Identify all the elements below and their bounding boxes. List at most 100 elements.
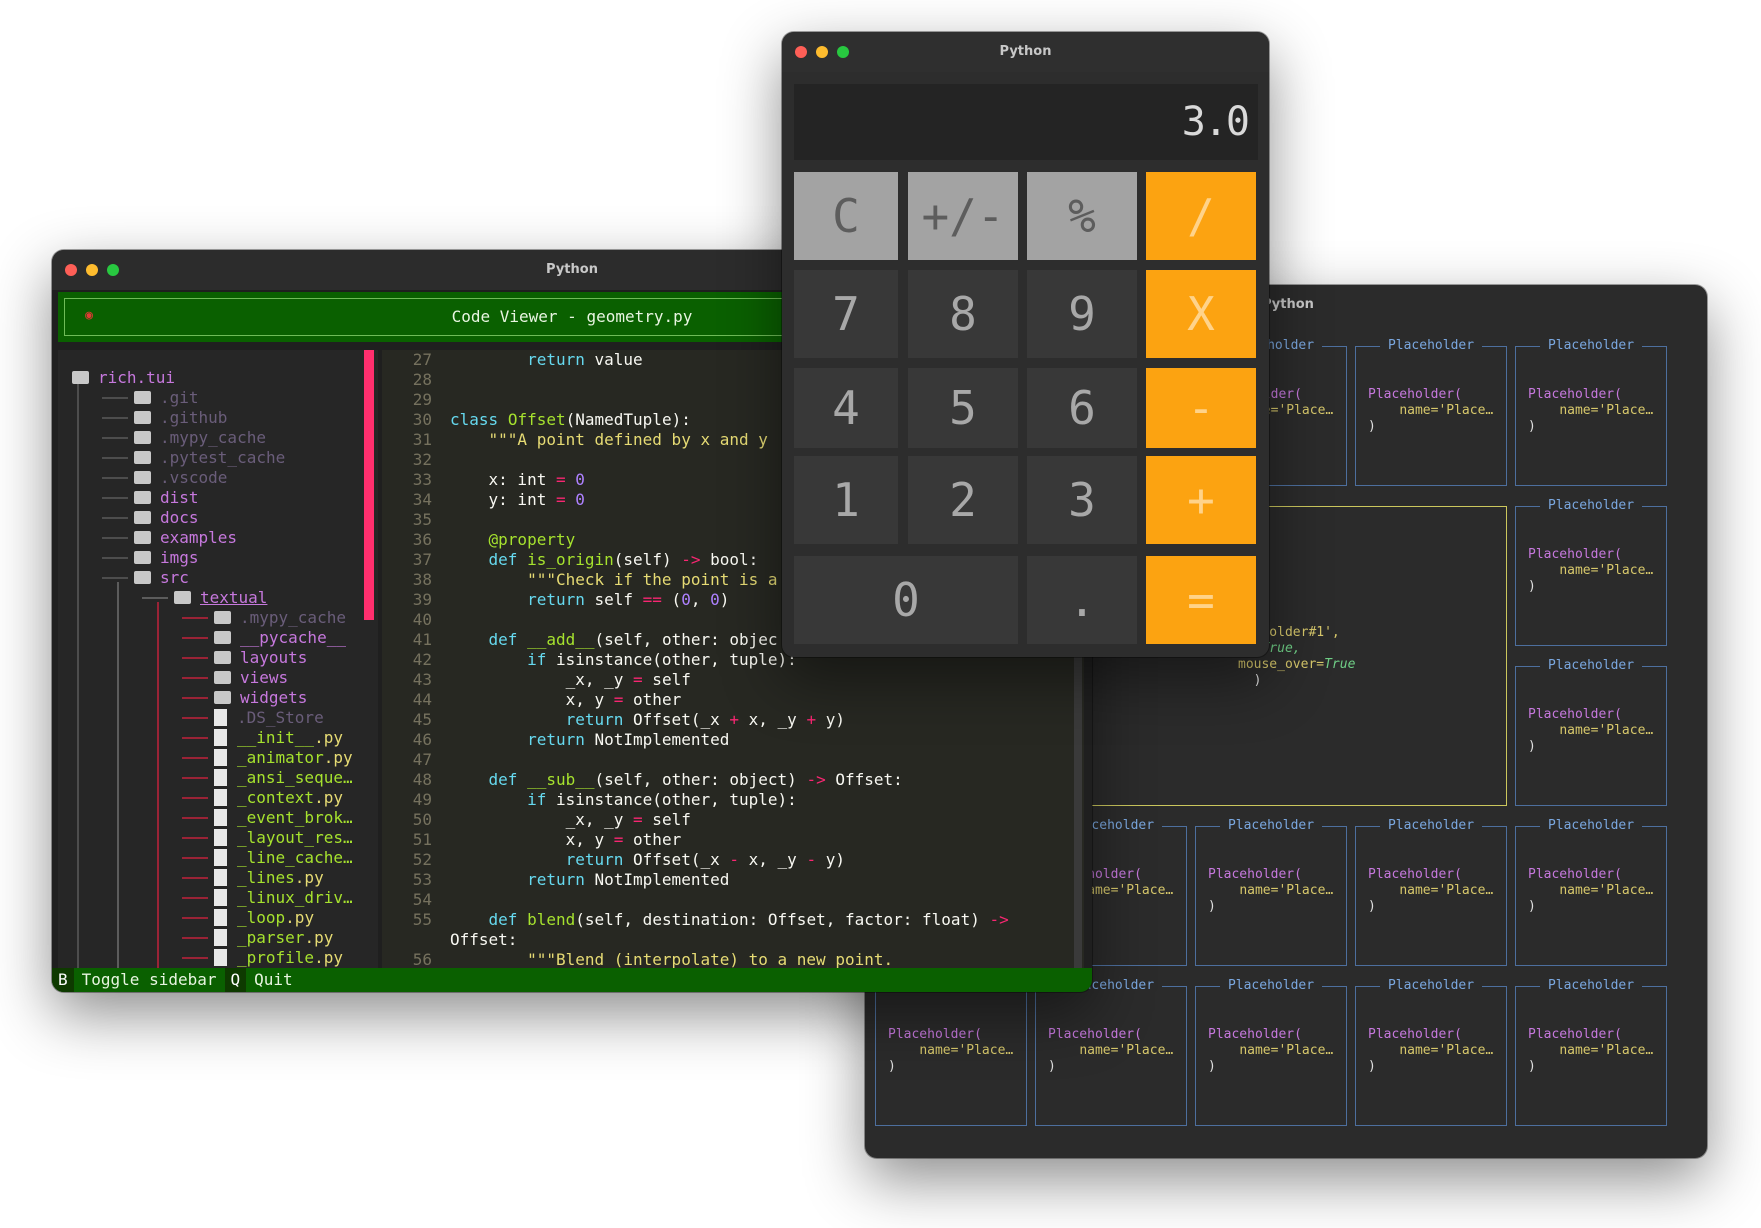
tree-node[interactable]: _line_cache… (214, 848, 353, 868)
placeholder-widget[interactable]: PlaceholderPlaceholder( name='Place… ) (1035, 978, 1187, 1126)
placeholder-widget[interactable]: PlaceholderPlaceholder( name='Place… ) (1195, 978, 1347, 1126)
code-line: 53 return NotImplemented (382, 870, 730, 890)
tree-node[interactable]: .mypy_cache (134, 428, 266, 448)
tree-node[interactable]: __pycache__ (214, 628, 346, 648)
calc-key-multiply[interactable]: X (1146, 270, 1256, 358)
tree-node[interactable]: _profile.py (214, 948, 343, 968)
maximize-icon[interactable] (107, 264, 119, 276)
tree-node-label: _layout_res… (237, 828, 353, 847)
code-line: 52 return Offset(_x - x, _y - y) (382, 850, 845, 870)
tree-node[interactable]: textual (174, 588, 267, 608)
tree-node[interactable]: views (214, 668, 288, 688)
file-icon (214, 809, 227, 826)
calc-key-1[interactable]: 1 (794, 456, 898, 544)
calc-key-4[interactable]: 4 (794, 368, 898, 448)
tree-node[interactable]: _linux_driv… (214, 888, 353, 908)
toggle-sidebar-button[interactable]: Toggle sidebar (73, 968, 225, 992)
placeholder-widget[interactable]: PlaceholderPlaceholder( name='Place… ) (1195, 818, 1347, 966)
placeholder-widget[interactable]: PlaceholderPlaceholder( name='Place… ) (1355, 978, 1507, 1126)
placeholder-label: Placeholder (1379, 338, 1483, 353)
line-number: 41 (412, 630, 432, 649)
code-line: 50 _x, _y = self (382, 810, 691, 830)
placeholder-widget[interactable]: PlaceholderPlaceholder( name='Place… ) (1515, 338, 1667, 486)
footer-bar: B Toggle sidebar Q Quit (52, 968, 1092, 992)
tree-node[interactable]: _animator.py (214, 748, 353, 768)
placeholder-widget[interactable]: PlaceholderPlaceholder( name='Place… ) (875, 978, 1027, 1126)
line-number: 38 (412, 570, 432, 589)
tree-node[interactable]: .vscode (134, 468, 227, 488)
tree-node-label: _line_cache… (237, 848, 353, 867)
tree-node[interactable]: examples (134, 528, 237, 548)
calc-key-7[interactable]: 7 (794, 270, 898, 358)
maximize-icon[interactable] (837, 46, 849, 58)
tree-node[interactable]: _event_brok… (214, 808, 353, 828)
file-tree-sidebar[interactable]: rich.tui .git .github .mypy_cache .pytest_ca… (58, 350, 378, 970)
tree-node[interactable]: dist (134, 488, 199, 508)
tree-node[interactable]: .DS_Store (214, 708, 324, 728)
placeholder-repr: Placeholder( name='Place… ) (1528, 547, 1654, 594)
tree-node[interactable]: widgets (214, 688, 307, 708)
calc-key-divide[interactable]: / (1146, 172, 1256, 260)
tree-node[interactable]: src (134, 568, 189, 588)
line-number: 33 (412, 470, 432, 489)
file-icon (214, 709, 227, 726)
calc-key-3[interactable]: 3 (1027, 456, 1137, 544)
sidebar-scrollbar[interactable] (364, 350, 374, 620)
calc-key-C[interactable]: C (794, 172, 898, 260)
close-icon[interactable] (65, 264, 77, 276)
calc-key-2[interactable]: 2 (908, 456, 1018, 544)
tree-node[interactable]: _layout_res… (214, 828, 353, 848)
tree-node[interactable]: _context.py (214, 788, 343, 808)
file-icon (214, 729, 227, 746)
tree-node[interactable]: .git (134, 388, 199, 408)
placeholder-widget[interactable]: PlaceholderPlaceholder( name='Place… ) (1355, 818, 1507, 966)
tree-node[interactable]: imgs (134, 548, 199, 568)
placeholder-widget[interactable]: Placeholder Placeholder( name='Place… ) (1355, 338, 1507, 486)
calc-key-minus[interactable]: - (1146, 368, 1256, 448)
quit-key[interactable]: Q (224, 968, 247, 992)
tree-node[interactable]: layouts (214, 648, 307, 668)
placeholder-repr: Placeholder( name='Place… ) (1528, 1027, 1654, 1074)
calc-key-equals[interactable]: = (1146, 556, 1256, 644)
code-line: 33 x: int = 0 (382, 470, 585, 490)
calc-key-5[interactable]: 5 (908, 368, 1018, 448)
minimize-icon[interactable] (86, 264, 98, 276)
placeholder-widget[interactable]: PlaceholderPlaceholder( name='Place… ) (1515, 658, 1667, 806)
line-number: 37 (412, 550, 432, 569)
tree-node[interactable]: .github (134, 408, 227, 428)
placeholder-widget[interactable]: PlaceholderPlaceholder( name='Place… ) (1515, 498, 1667, 646)
tree-node[interactable]: _loop.py (214, 908, 314, 928)
line-number: 27 (412, 350, 432, 369)
calc-key-plus[interactable]: + (1146, 456, 1256, 544)
quit-button[interactable]: Quit (246, 968, 301, 992)
calc-key-8[interactable]: 8 (908, 270, 1018, 358)
line-number: 51 (412, 830, 432, 849)
placeholder-repr: Placeholder( name='Place… ) (1368, 387, 1494, 434)
tree-node[interactable]: _lines.py (214, 868, 324, 888)
tree-root-label: rich.tui (98, 368, 176, 387)
tree-node[interactable]: __init__.py (214, 728, 343, 748)
tree-node[interactable]: docs (134, 508, 199, 528)
code-line: 39 return self == (0, 0) (382, 590, 730, 610)
tree-node[interactable]: .pytest_cache (134, 448, 285, 468)
calc-key-0[interactable]: 0 (794, 556, 1018, 644)
tree-node[interactable]: rich.tui (72, 368, 175, 388)
folder-icon (134, 511, 151, 524)
tree-node-label: widgets (240, 688, 308, 707)
tree-node[interactable]: _parser.py (214, 928, 333, 948)
tree-node-label: _linux_driv… (237, 888, 353, 907)
tree-node[interactable]: .mypy_cache (214, 608, 346, 628)
calc-key-percent[interactable]: % (1027, 172, 1137, 260)
minimize-icon[interactable] (816, 46, 828, 58)
calc-key-dot[interactable]: . (1027, 556, 1137, 644)
tree-node[interactable]: _ansi_seque… (214, 768, 353, 788)
code-line: 48 def __sub__(self, other: object) -> O… (382, 770, 903, 790)
calc-key-plus-minus[interactable]: +/- (908, 172, 1018, 260)
placeholder-widget[interactable]: PlaceholderPlaceholder( name='Place… ) (1515, 978, 1667, 1126)
toggle-sidebar-key[interactable]: B (52, 968, 74, 992)
calc-key-6[interactable]: 6 (1027, 368, 1137, 448)
calc-key-9[interactable]: 9 (1027, 270, 1137, 358)
close-icon[interactable] (795, 46, 807, 58)
placeholder-widget[interactable]: PlaceholderPlaceholder( name='Place… ) (1515, 818, 1667, 966)
code-line: 43 _x, _y = self (382, 670, 691, 690)
